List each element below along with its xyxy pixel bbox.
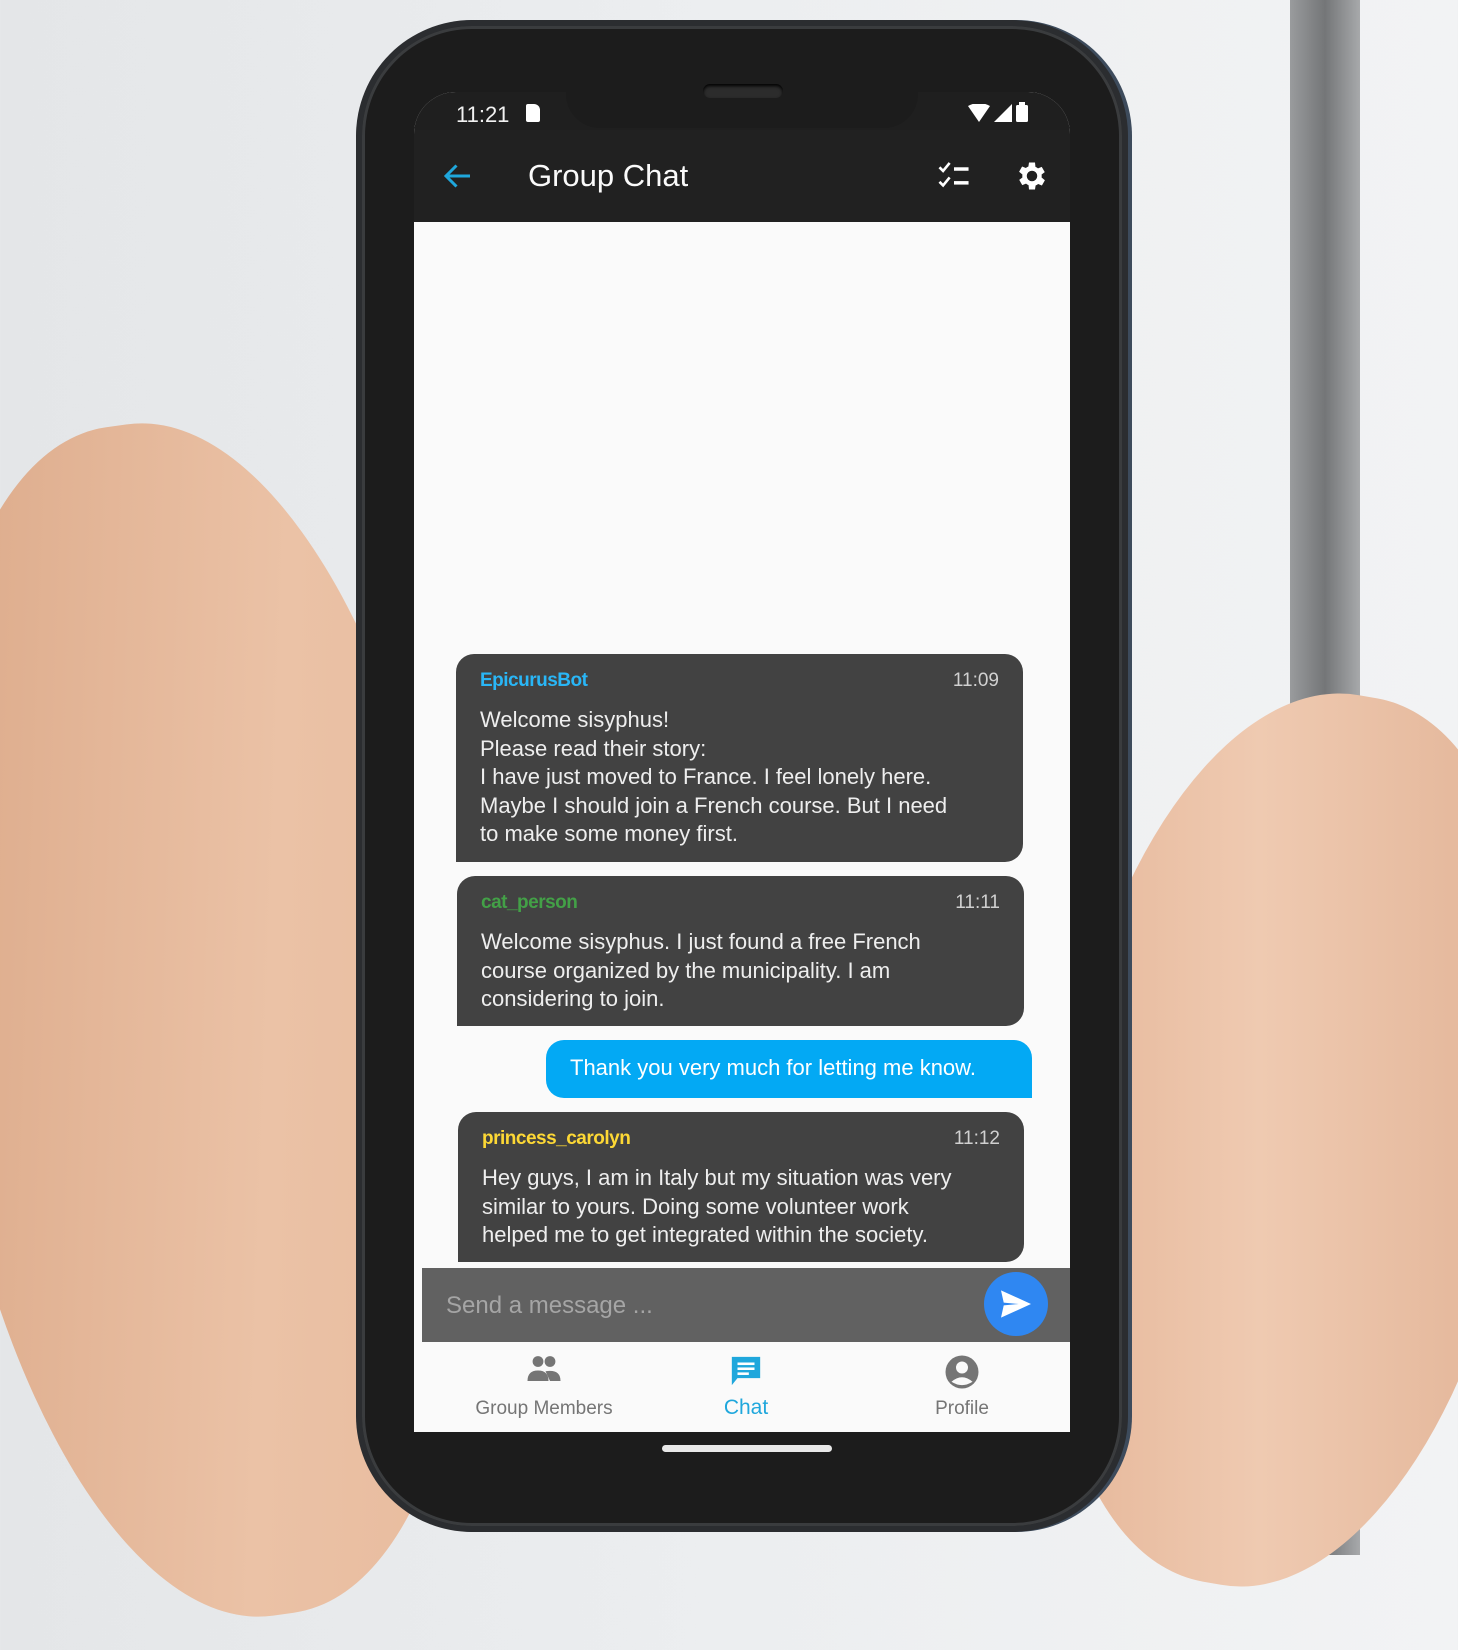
message-bubble: cat_person 11:11 Welcome sisyphus. I jus… [457,876,1024,1026]
checklist-icon[interactable] [936,160,972,192]
chat-icon [731,1356,761,1386]
message-time: 11:12 [953,1128,1000,1149]
message-text: Hey guys, I am in Italy but my situation… [482,1165,952,1247]
message-time: 11:11 [955,892,1000,913]
send-icon [1001,1290,1031,1318]
message-bubble: princess_carolyn 11:12 Hey guys, I am in… [458,1112,1024,1262]
app-bar: Group Chat [414,130,1070,222]
signal-icon [994,104,1012,122]
status-icons [968,102,1028,122]
nav-group-members[interactable]: Group Members [444,1352,644,1428]
message-input[interactable] [444,1282,968,1330]
message-composer [422,1268,1070,1342]
bottom-navigation: Group Members Chat Profile [422,1342,1070,1432]
message-list[interactable]: EpicurusBot 11:09 Welcome sisyphus! Plea… [414,222,1070,1270]
nav-label: Chat [723,1396,769,1419]
wifi-icon [968,104,990,122]
message-text: Welcome sisyphus. I just found a free Fr… [481,929,921,1011]
message-bubble: EpicurusBot 11:09 Welcome sisyphus! Plea… [456,654,1023,862]
battery-icon [1016,102,1028,122]
message-time: 11:09 [952,670,999,691]
outgoing-message-bubble: Thank you very much for letting me know. [546,1040,1032,1098]
settings-icon[interactable] [1014,158,1050,194]
phone-screen: 11:21 Group Chat EpicurusBot 11:09 Welco… [414,92,1070,1432]
nav-profile[interactable]: Profile [862,1352,1062,1428]
earpiece-speaker [703,84,783,98]
message-sender: EpicurusBot [480,670,588,691]
nav-label: Group Members [475,1398,613,1419]
message-text: Welcome sisyphus! Please read their stor… [480,707,948,846]
message-sender: cat_person [481,892,578,913]
nav-label: Profile [935,1398,989,1419]
sd-card-icon [526,104,540,122]
home-indicator[interactable] [662,1445,832,1452]
send-button[interactable] [984,1272,1048,1336]
nav-chat[interactable]: Chat [646,1352,846,1428]
arrow-back-icon[interactable] [440,158,476,194]
message-text: Thank you very much for letting me know. [570,1055,976,1080]
group-icon [527,1356,561,1381]
status-time: 11:21 [456,102,510,127]
message-sender: princess_carolyn [482,1128,631,1149]
account-circle-icon [945,1355,979,1389]
page-title: Group Chat [528,158,689,193]
